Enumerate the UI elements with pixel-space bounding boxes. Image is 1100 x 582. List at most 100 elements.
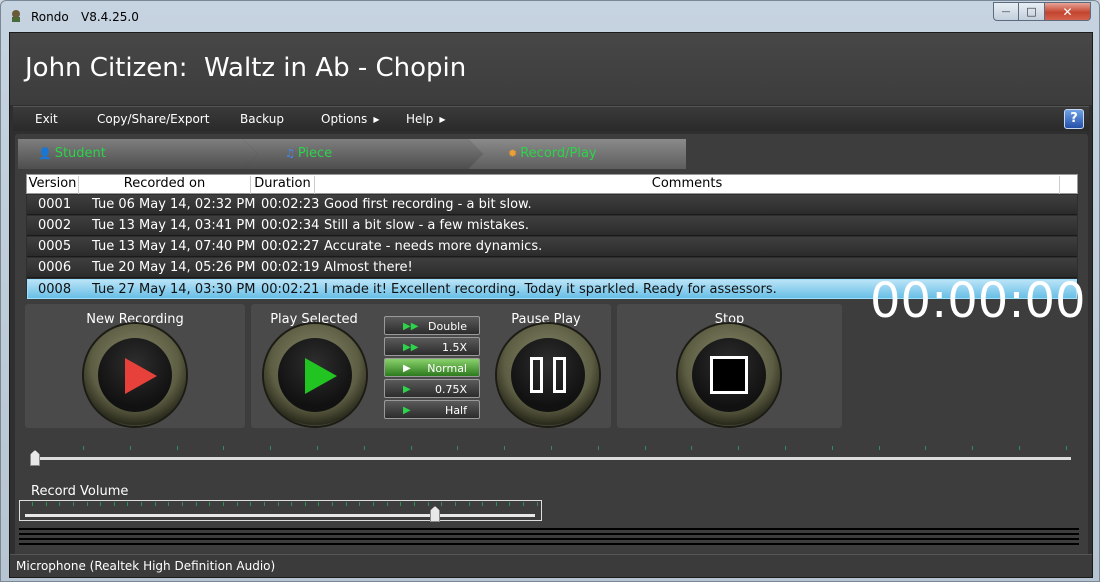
cell-version: 0008 bbox=[38, 282, 72, 297]
table-row[interactable]: 0001 Tue 06 May 14, 02:32 PM 00:02:23 Go… bbox=[27, 195, 1077, 215]
separator-lines bbox=[19, 528, 1079, 546]
cell-recorded-on: Tue 20 May 14, 05:26 PM bbox=[92, 260, 256, 275]
menu-label: Copy/Share/Export bbox=[97, 112, 210, 126]
menu-exit[interactable]: Exit bbox=[35, 112, 58, 126]
slider-tick bbox=[154, 502, 156, 506]
slider-tick bbox=[972, 446, 974, 450]
table-row[interactable]: 0002 Tue 13 May 14, 03:41 PM 00:02:34 St… bbox=[27, 216, 1077, 236]
play-selected-button[interactable] bbox=[264, 324, 366, 426]
close-button[interactable]: ✕ bbox=[1045, 2, 1091, 21]
tab-record-play[interactable]: ✹ Record/Play bbox=[468, 139, 686, 169]
speed-half-button[interactable]: ▶ Half bbox=[384, 400, 480, 419]
speed-1-5x-button[interactable]: ▶▶ 1.5X bbox=[384, 337, 480, 356]
play-icon: ▶ bbox=[403, 384, 411, 395]
slider-tick bbox=[597, 446, 599, 450]
stop-button[interactable] bbox=[678, 324, 780, 426]
speed-normal-button[interactable]: ▶ Normal bbox=[384, 358, 480, 377]
slider-tick bbox=[113, 502, 115, 506]
minimize-button[interactable]: — bbox=[993, 2, 1019, 21]
record-play-icon bbox=[125, 358, 157, 394]
table-row[interactable]: 0005 Tue 13 May 14, 07:40 PM 00:02:27 Ac… bbox=[27, 237, 1077, 257]
column-header-duration[interactable]: Duration bbox=[251, 176, 315, 194]
play-icon bbox=[305, 358, 337, 394]
app-name: Rondo bbox=[31, 10, 69, 24]
cell-recorded-on: Tue 13 May 14, 03:41 PM bbox=[92, 218, 256, 233]
cell-version: 0006 bbox=[38, 260, 72, 275]
tab-label: Piece bbox=[297, 146, 333, 161]
cell-duration: 00:02:21 bbox=[261, 282, 320, 297]
column-header-comments[interactable]: Comments bbox=[315, 176, 1060, 194]
slider-tick bbox=[168, 502, 170, 506]
gear-icon: ✹ bbox=[508, 147, 518, 160]
page-title: John Citizen: Waltz in Ab - Chopin bbox=[25, 53, 467, 83]
app-icon bbox=[12, 10, 20, 22]
menu-label: Help bbox=[406, 112, 434, 126]
tab-student[interactable]: 👤 Student bbox=[18, 139, 258, 169]
speed-label: Half bbox=[445, 404, 467, 417]
pause-play-button[interactable] bbox=[497, 324, 599, 426]
slider-tick bbox=[413, 502, 415, 506]
menu-help[interactable]: Help ▶ bbox=[406, 112, 446, 126]
tab-piece[interactable]: ♫ Piece bbox=[243, 139, 483, 169]
slider-tick bbox=[59, 502, 61, 506]
seek-slider-track[interactable] bbox=[35, 457, 1071, 460]
table-header: Version Recorded on Duration Comments bbox=[26, 174, 1078, 194]
slider-tick bbox=[127, 502, 129, 506]
cell-version: 0005 bbox=[38, 239, 72, 254]
cell-recorded-on: Tue 06 May 14, 02:32 PM bbox=[92, 197, 256, 212]
title-bar[interactable]: Rondo V8.4.25.0 — □ ✕ bbox=[1, 1, 1100, 33]
record-button[interactable] bbox=[84, 324, 186, 426]
play-icon: ▶ bbox=[403, 363, 411, 374]
slider-tick bbox=[223, 446, 225, 450]
close-icon: ✕ bbox=[1062, 4, 1073, 19]
cell-duration: 00:02:27 bbox=[261, 239, 320, 254]
slider-tick bbox=[878, 446, 880, 450]
menu-backup[interactable]: Backup bbox=[240, 112, 284, 126]
menu-options[interactable]: Options ▶ bbox=[321, 112, 379, 126]
slider-tick bbox=[523, 502, 525, 506]
slider-tick bbox=[644, 446, 646, 450]
speed-label: Normal bbox=[427, 362, 467, 375]
slider-tick bbox=[270, 446, 272, 450]
stop-icon bbox=[710, 356, 748, 394]
slider-tick bbox=[277, 502, 279, 506]
speed-double-button[interactable]: ▶▶ Double bbox=[384, 316, 480, 335]
slider-tick bbox=[250, 502, 252, 506]
speed-0-75x-button[interactable]: ▶ 0.75X bbox=[384, 379, 480, 398]
slider-tick bbox=[45, 502, 47, 506]
cell-recorded-on: Tue 13 May 14, 07:40 PM bbox=[92, 239, 256, 254]
header: John Citizen: Waltz in Ab - Chopin bbox=[10, 33, 1092, 105]
slider-tick bbox=[86, 502, 88, 506]
cell-comments: I made it! Excellent recording. Today it… bbox=[324, 282, 777, 297]
chevron-right-icon: ▶ bbox=[373, 115, 380, 124]
slider-tick bbox=[363, 446, 365, 450]
slider-tick bbox=[263, 502, 265, 506]
music-note-icon: ♫ bbox=[285, 147, 295, 160]
cell-recorded-on: Tue 27 May 14, 03:30 PM bbox=[92, 282, 256, 297]
cell-comments: Accurate - needs more dynamics. bbox=[324, 239, 543, 254]
slider-tick bbox=[222, 502, 224, 506]
slider-tick bbox=[457, 446, 459, 450]
slider-tick bbox=[784, 446, 786, 450]
tab-label: Record/Play bbox=[520, 146, 597, 161]
slider-tick bbox=[195, 502, 197, 506]
fast-forward-icon: ▶▶ bbox=[403, 342, 419, 353]
slider-tick bbox=[83, 446, 84, 450]
record-volume-track[interactable] bbox=[25, 514, 535, 517]
play-button-face bbox=[278, 338, 352, 412]
help-icon[interactable]: ? bbox=[1064, 109, 1084, 129]
menu-copy-share-export[interactable]: Copy/Share/Export bbox=[97, 112, 209, 126]
minimize-icon: — bbox=[1001, 6, 1011, 17]
column-header-recorded-on[interactable]: Recorded on bbox=[79, 176, 251, 194]
slider-tick bbox=[209, 502, 211, 506]
slider-tick bbox=[1018, 446, 1020, 450]
slider-tick bbox=[441, 502, 443, 506]
maximize-button[interactable]: □ bbox=[1019, 2, 1045, 21]
slider-tick bbox=[468, 502, 470, 506]
column-header-version[interactable]: Version bbox=[27, 176, 79, 194]
slider-tick bbox=[400, 502, 402, 506]
slider-tick bbox=[386, 502, 388, 506]
slider-tick bbox=[550, 446, 552, 450]
window-controls: — □ ✕ bbox=[993, 2, 1091, 21]
slider-tick bbox=[831, 446, 833, 450]
